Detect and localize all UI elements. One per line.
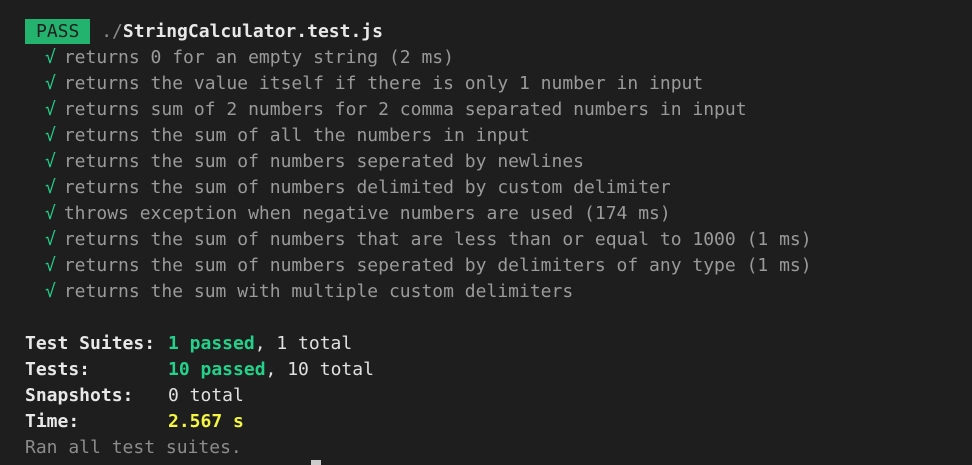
test-result-row: √ returns the value itself if there is on…: [25, 71, 972, 97]
test-description: returns sum of 2 numbers for 2 comma sep…: [63, 99, 747, 120]
test-description: returns the sum of numbers seperated by …: [63, 151, 585, 172]
summary-time: Time: 2.567 s: [25, 409, 972, 435]
checkmark-icon: √: [45, 99, 56, 120]
test-description: returns the sum of all the numbers in in…: [63, 125, 530, 146]
test-description: returns the sum of numbers delimited by …: [63, 177, 671, 198]
checkmark-icon: √: [45, 281, 56, 302]
summary-label: Test Suites:: [25, 333, 156, 354]
suites-total-count: , 1 total: [254, 333, 353, 354]
test-result-row: √ returns sum of 2 numbers for 2 comma se…: [25, 97, 972, 123]
checkmark-icon: √: [45, 125, 56, 146]
checkmark-icon: √: [45, 229, 56, 250]
checkmark-icon: √: [45, 47, 56, 68]
test-description: throws exception when negative numbers a…: [63, 203, 671, 224]
checkmark-icon: √: [45, 151, 56, 172]
summary-label: Time:: [25, 411, 80, 432]
checkmark-icon: √: [45, 177, 56, 198]
test-result-row: √ returns the sum of all the numbers in i…: [25, 123, 972, 149]
test-result-row: √ returns the sum of numbers delimited by…: [25, 175, 972, 201]
test-description: returns the sum of numbers seperated by …: [63, 255, 812, 276]
snapshots-total: 0 total: [168, 385, 244, 406]
checkmark-icon: √: [45, 255, 56, 276]
tests-passed-count: 10 passed: [168, 359, 266, 380]
test-file-header: PASS ./StringCalculator.test.js: [25, 19, 972, 45]
checkmark-icon: √: [45, 203, 56, 224]
test-description: returns the sum with multiple custom del…: [63, 281, 574, 302]
ran-all-message: Ran all test suites.: [25, 437, 242, 458]
test-result-row: √ returns the sum of numbers that are les…: [25, 227, 972, 253]
test-description: returns the sum of numbers that are less…: [63, 229, 812, 250]
test-file-path-prefix: ./: [90, 21, 123, 42]
test-result-row: √ returns the sum of numbers seperated by…: [25, 253, 972, 279]
terminal-output[interactable]: PASS ./StringCalculator.test.js √ returns…: [25, 19, 972, 461]
tests-total-count: , 10 total: [265, 359, 374, 380]
elapsed-time: 2.567 s: [168, 411, 244, 432]
summary-tests: Tests: 10 passed, 10 total: [25, 357, 972, 383]
test-description: returns the value itself if there is onl…: [63, 73, 704, 94]
test-result-row: √ returns the sum of numbers seperated by…: [25, 149, 972, 175]
checkmark-icon: √: [45, 73, 56, 94]
summary-snapshots: Snapshots: 0 total: [25, 383, 972, 409]
test-description: returns 0 for an empty string (2 ms): [63, 47, 454, 68]
summary-test-suites: Test Suites: 1 passed, 1 total: [25, 331, 972, 357]
pass-badge: PASS: [25, 19, 91, 44]
test-result-row: √ returns the sum with multiple custom de…: [25, 279, 972, 305]
suites-passed-count: 1 passed: [168, 333, 255, 354]
summary-label: Tests:: [25, 359, 91, 380]
summary-label: Snapshots:: [25, 385, 134, 406]
test-file-name: StringCalculator.test.js: [122, 21, 383, 42]
test-result-row: √ returns 0 for an empty string (2 ms): [25, 45, 972, 71]
terminal-cursor: [311, 460, 321, 465]
test-result-row: √ throws exception when negative numbers …: [25, 201, 972, 227]
